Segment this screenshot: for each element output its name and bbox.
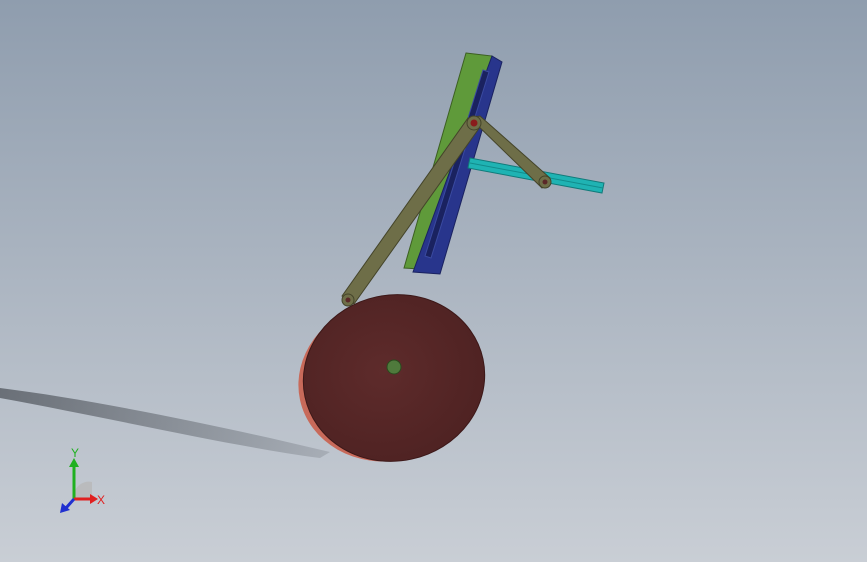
pivot-pin[interactable]	[386, 359, 402, 375]
viewport-background	[0, 0, 867, 562]
triad-x-label: X	[97, 493, 105, 507]
3d-viewport[interactable]: Y X	[0, 0, 867, 562]
rocker-end-pin	[542, 179, 548, 185]
triad-y-label: Y	[71, 446, 79, 460]
rod-upper-pin	[470, 119, 478, 127]
rod-lower-pin	[345, 297, 351, 303]
model-scene[interactable]: Y X	[0, 0, 867, 562]
